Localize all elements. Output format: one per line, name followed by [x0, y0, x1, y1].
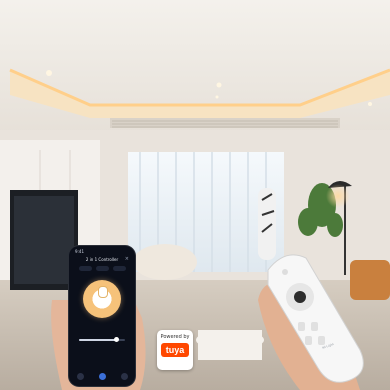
- armchair: [133, 244, 197, 280]
- remote-button-3-icon: [305, 336, 312, 345]
- status-time: 9:41: [75, 249, 84, 254]
- mode-chip[interactable]: [79, 266, 92, 271]
- bottom-nav: [69, 373, 135, 380]
- brightness-slider[interactable]: [79, 337, 125, 342]
- mode-chip[interactable]: [96, 266, 109, 271]
- remote-center-button: [294, 291, 306, 303]
- brightness-thumb[interactable]: [113, 337, 119, 342]
- close-icon[interactable]: ×: [125, 256, 129, 262]
- settings-icon[interactable]: [120, 373, 128, 380]
- brightness-fill: [79, 339, 116, 341]
- mode-chip[interactable]: [113, 266, 126, 271]
- room-photo: [0, 0, 390, 390]
- remote-power-icon: [282, 269, 288, 275]
- lounge-chair: [350, 260, 390, 300]
- home-icon[interactable]: [76, 373, 84, 380]
- color-temperature-dial-icon[interactable]: [83, 280, 121, 318]
- power-icon[interactable]: [98, 373, 106, 380]
- powered-by-text: Powered by: [160, 334, 190, 340]
- remote-button-1-icon: [298, 322, 305, 331]
- tuya-logo: tuya: [161, 343, 189, 357]
- smartphone: 9:41 2 in 1 Controller ×: [69, 246, 135, 386]
- remote-button-4-icon: [318, 336, 325, 345]
- remote-button-2-icon: [311, 322, 318, 331]
- tuya-badge: Powered by tuya: [157, 330, 193, 370]
- dial-knob[interactable]: [98, 286, 108, 298]
- sculpture: [258, 188, 276, 260]
- room-scene: 9:41 2 in 1 Controller × Powered by tuya…: [0, 0, 390, 390]
